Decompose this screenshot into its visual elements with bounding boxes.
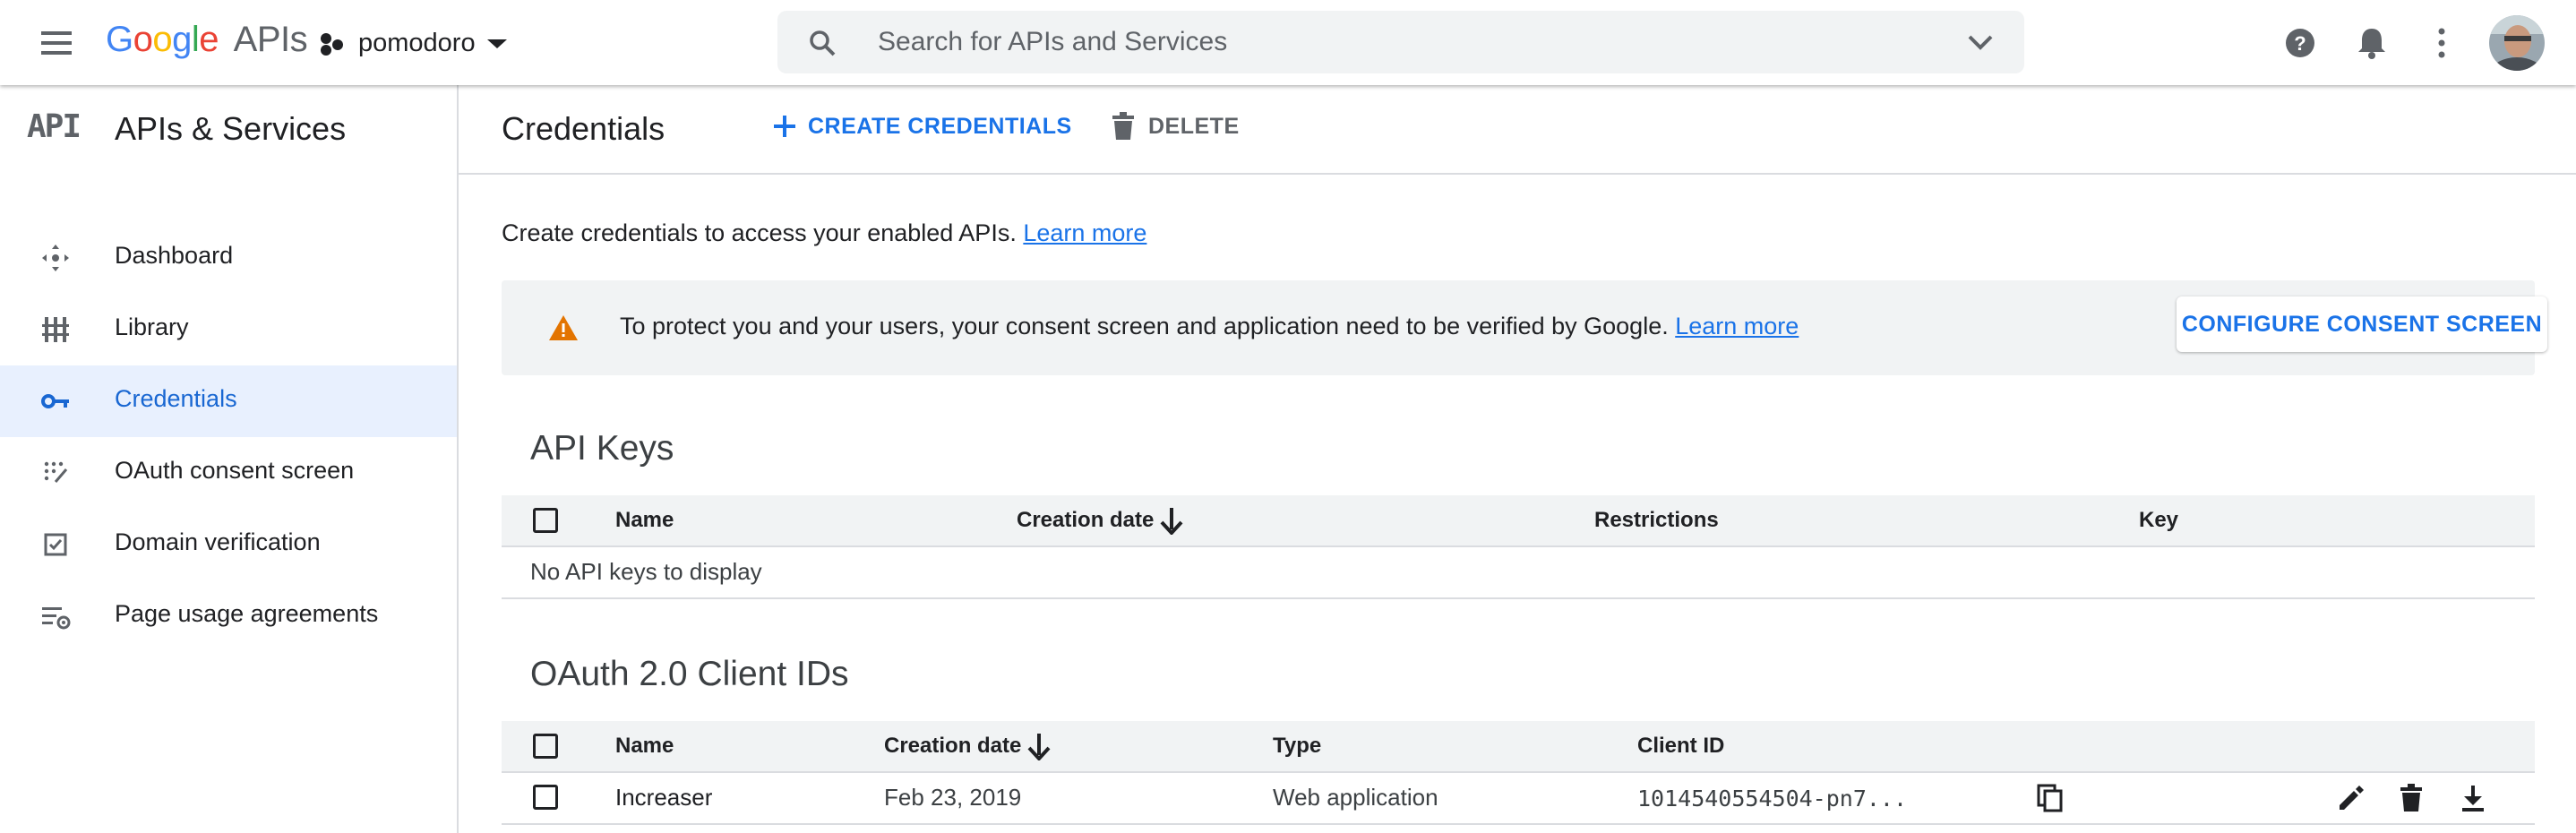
- sidebar-item-label: Library: [115, 313, 189, 340]
- column-client-id: Client ID: [1637, 734, 1725, 758]
- key-icon: [41, 394, 69, 408]
- svg-text:?: ?: [2294, 32, 2306, 55]
- more-vert-icon[interactable]: [2431, 27, 2452, 59]
- trash-icon[interactable]: [2399, 784, 2424, 812]
- configure-consent-label: CONFIGURE CONSENT SCREEN: [2181, 312, 2543, 337]
- download-icon[interactable]: [2460, 784, 2486, 812]
- project-dots-icon: [321, 33, 343, 56]
- row-checkbox[interactable]: [533, 785, 558, 810]
- intro-text: Create credentials to access your enable…: [502, 219, 1146, 247]
- logo-apis: APIs: [233, 20, 308, 59]
- delete-label: DELETE: [1148, 114, 1240, 139]
- search-icon: [810, 30, 836, 56]
- sidebar-item-label: Domain verification: [115, 528, 321, 555]
- api-keys-title: API Keys: [530, 429, 674, 468]
- chevron-down-icon: [487, 39, 507, 48]
- sidebar-title: APIs & Services: [115, 110, 347, 147]
- sidebar-item-page-usage[interactable]: Page usage agreements: [0, 580, 457, 652]
- sidebar-item-label: Page usage agreements: [115, 600, 379, 627]
- verified-checkbox-icon: [44, 533, 67, 556]
- learn-more-link[interactable]: Learn more: [1023, 219, 1146, 246]
- client-type: Web application: [1273, 784, 1438, 811]
- sidebar-item-label: OAuth consent screen: [115, 457, 355, 484]
- arrow-down-icon[interactable]: [1159, 506, 1184, 535]
- logo-letter: l: [191, 20, 200, 59]
- search-bar[interactable]: Search for APIs and Services: [777, 11, 2024, 73]
- logo-letter: o: [133, 20, 153, 59]
- sidebar-item-credentials[interactable]: Credentials: [0, 365, 457, 437]
- intro-description: Create credentials to access your enable…: [502, 219, 1017, 246]
- banner-message: To protect you and your users, your cons…: [620, 313, 1799, 340]
- library-icon: [42, 317, 69, 342]
- page-title: Credentials: [502, 110, 665, 147]
- main-content: Credentials CREATE CREDENTIALS DELETE Cr…: [459, 85, 2576, 833]
- arrow-down-icon[interactable]: [1026, 732, 1052, 760]
- oauth-table-header: Name Creation date Type Client ID: [502, 721, 2535, 773]
- chevron-down-icon[interactable]: [1967, 34, 1994, 52]
- client-name-link[interactable]: Increaser: [615, 784, 712, 812]
- select-all-checkbox[interactable]: [533, 508, 558, 533]
- select-all-checkbox[interactable]: [533, 734, 558, 759]
- trash-icon: [1112, 112, 1134, 140]
- logo-letter: g: [172, 20, 192, 59]
- warning-icon: [549, 315, 578, 340]
- help-icon[interactable]: ?: [2284, 27, 2316, 59]
- empty-message: No API keys to display: [530, 558, 762, 585]
- sidebar-item-domain-verification[interactable]: Domain verification: [0, 509, 457, 580]
- logo-letter: G: [106, 20, 133, 59]
- column-name[interactable]: Name: [615, 508, 674, 533]
- column-creation-date[interactable]: Creation date: [884, 734, 1021, 759]
- sidebar-item-dashboard[interactable]: Dashboard: [0, 222, 457, 294]
- logo-letter: o: [152, 20, 173, 59]
- banner-text: To protect you and your users, your cons…: [620, 313, 1669, 339]
- search-input[interactable]: Search for APIs and Services: [878, 27, 1227, 57]
- project-selector[interactable]: pomodoro: [319, 25, 516, 61]
- edit-icon[interactable]: [2336, 784, 2365, 812]
- sidebar-item-library[interactable]: Library: [0, 294, 457, 365]
- column-type[interactable]: Type: [1273, 734, 1321, 759]
- api-keys-table-header: Name Creation date Restrictions Key: [502, 495, 2535, 547]
- sidebar-item-label: Dashboard: [115, 242, 234, 269]
- sidebar-item-label: Credentials: [115, 385, 237, 412]
- oauth-title: OAuth 2.0 Client IDs: [530, 655, 849, 693]
- dashboard-icon: [42, 245, 69, 271]
- top-bar: Google APIs pomodoro Search for APIs and…: [0, 0, 2576, 85]
- banner-learn-more-link[interactable]: Learn more: [1675, 313, 1799, 339]
- create-credentials-label: CREATE CREDENTIALS: [808, 114, 1072, 139]
- google-apis-logo[interactable]: Google APIs: [106, 20, 308, 59]
- menu-icon[interactable]: [39, 26, 73, 60]
- client-id-value: 1014540554504-pn7...: [1637, 786, 1908, 812]
- project-name: pomodoro: [358, 29, 476, 57]
- settings-list-icon: [42, 607, 71, 630]
- column-restrictions: Restrictions: [1594, 508, 1719, 532]
- api-keys-empty-row: No API keys to display: [502, 545, 2535, 599]
- column-key: Key: [2139, 508, 2179, 532]
- consent-icon: [44, 461, 68, 483]
- client-creation-date: Feb 23, 2019: [884, 784, 1022, 811]
- table-row[interactable]: Increaser Feb 23, 2019 Web application 1…: [502, 771, 2535, 825]
- column-creation-date[interactable]: Creation date: [1017, 508, 1154, 533]
- api-badge-icon: API: [27, 108, 82, 145]
- column-name[interactable]: Name: [615, 734, 674, 759]
- copy-icon[interactable]: [2037, 784, 2064, 812]
- avatar[interactable]: [2488, 14, 2546, 72]
- verification-banner: To protect you and your users, your cons…: [502, 280, 2547, 375]
- sidebar: API APIs & Services Dashboard Library Cr…: [0, 85, 459, 833]
- configure-consent-button[interactable]: CONFIGURE CONSENT SCREEN: [2177, 296, 2547, 352]
- page-header: Credentials CREATE CREDENTIALS DELETE: [459, 85, 2576, 175]
- notifications-icon[interactable]: [2356, 25, 2388, 61]
- sidebar-item-oauth-consent[interactable]: OAuth consent screen: [0, 437, 457, 509]
- plus-icon: [774, 116, 795, 137]
- logo-letter: e: [199, 20, 219, 59]
